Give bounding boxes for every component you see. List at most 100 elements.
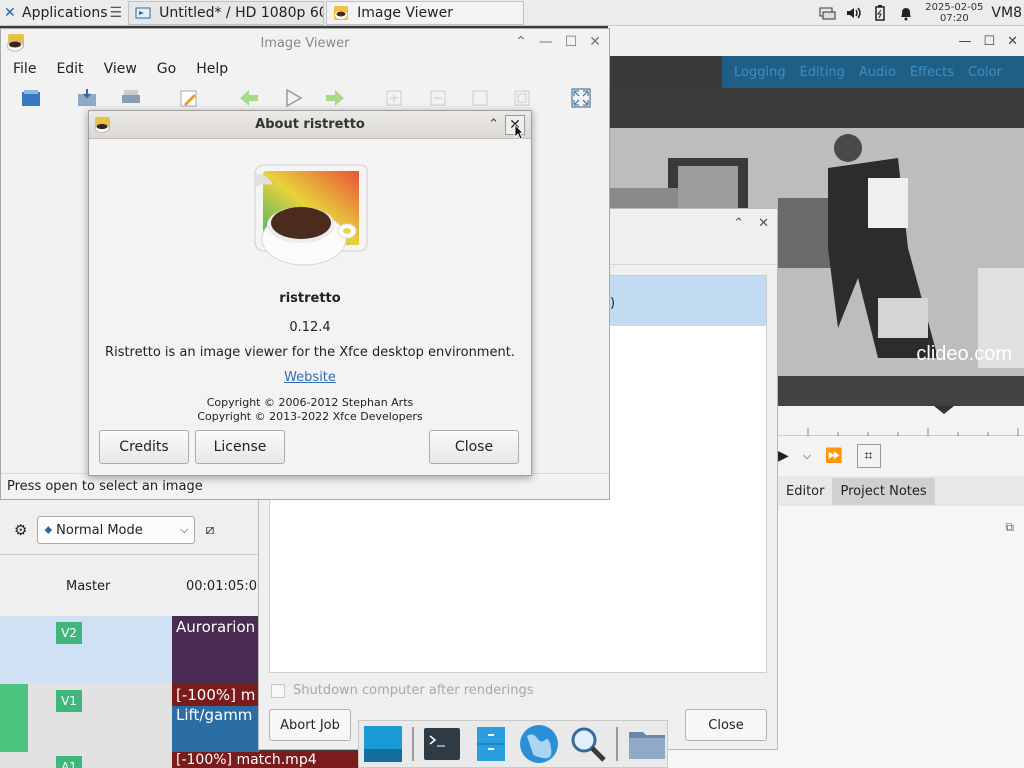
tab-logging[interactable]: Logging <box>734 65 786 80</box>
track-header[interactable]: A1 <box>0 752 172 768</box>
dock <box>358 720 668 768</box>
shade-icon[interactable]: ⌃ <box>488 117 499 132</box>
system-tray: 2025-02-05 07:20 VM8 <box>815 0 1024 26</box>
dock-separator <box>411 727 414 761</box>
license-button[interactable]: License <box>195 430 285 464</box>
desktop-icon[interactable] <box>363 723 404 765</box>
track-a1[interactable]: A1 [-100%] match.mp4 <box>0 752 362 768</box>
battery-icon[interactable] <box>869 4 891 22</box>
app-description: Ristretto is an image viewer for the Xfc… <box>105 345 515 360</box>
dock-separator <box>616 727 619 761</box>
forward-arrow-icon[interactable] <box>323 87 347 109</box>
menu-go[interactable]: Go <box>157 61 176 77</box>
vm-label: VM8 <box>991 5 1022 21</box>
float-panel-icon[interactable]: ⧉ <box>1005 520 1014 535</box>
clock[interactable]: 2025-02-05 07:20 <box>925 2 983 24</box>
app-name: ristretto <box>279 291 341 306</box>
clip-title: [-100%] m <box>172 684 260 706</box>
volume-icon[interactable] <box>843 4 865 22</box>
timeline-clip[interactable]: [-100%] m Lift/gamm <box>172 684 260 752</box>
tab-audio[interactable]: Audio <box>859 65 896 80</box>
tab-effects[interactable]: Effects <box>910 65 954 80</box>
tab-project-notes[interactable]: Project Notes <box>832 477 935 505</box>
editor-dark-bar <box>608 88 1024 128</box>
render-close-button[interactable]: Close <box>685 709 767 741</box>
track-tag: V1 <box>56 690 82 712</box>
play-options-chevron-icon[interactable]: ⌵ <box>803 449 811 463</box>
save-copy-icon[interactable] <box>75 87 99 109</box>
menu-file[interactable]: File <box>13 61 36 77</box>
track-tag: A1 <box>56 756 82 768</box>
fast-forward-icon[interactable]: ⏩ <box>825 448 842 464</box>
track-header[interactable]: V2 <box>0 616 172 684</box>
timeline-clip[interactable]: [-100%] match.mp4 <box>172 752 362 768</box>
open-icon[interactable] <box>19 87 43 109</box>
razor-tool-icon[interactable]: ⧄ <box>205 522 214 538</box>
website-link[interactable]: Website <box>89 370 531 385</box>
task-image-viewer[interactable]: Image Viewer <box>326 0 525 25</box>
back-arrow-icon[interactable] <box>237 87 261 109</box>
clock-date: 2025-02-05 <box>925 2 984 13</box>
maximize-icon[interactable]: ☐ <box>565 34 578 50</box>
zoom-fit-icon[interactable] <box>511 87 535 109</box>
folder-icon[interactable] <box>626 723 667 765</box>
track-v2[interactable]: V2 Aurorarion <box>0 616 260 684</box>
tab-editor[interactable]: Editor <box>778 478 832 505</box>
master-label: Master <box>66 579 111 594</box>
close-icon[interactable]: ✕ <box>589 34 601 50</box>
abort-job-button[interactable]: Abort Job <box>269 709 351 741</box>
clock-time: 07:20 <box>939 13 969 24</box>
zoom-out-icon[interactable] <box>427 87 451 109</box>
shotcut-app-icon <box>135 5 151 21</box>
timeline-settings-icon[interactable]: ⚙ <box>14 521 27 539</box>
edit-mode-select[interactable]: ⬥ Normal Mode ⌵ <box>37 516 196 544</box>
shutdown-checkbox[interactable] <box>271 683 285 698</box>
menu-help[interactable]: Help <box>196 61 228 77</box>
file-manager-icon[interactable] <box>470 723 511 765</box>
minimize-icon[interactable]: — <box>958 34 971 49</box>
render-job-text: ) <box>610 296 616 311</box>
menu-view[interactable]: View <box>104 61 137 77</box>
applications-label: Applications <box>22 4 108 21</box>
task-image-viewer-label: Image Viewer <box>357 4 453 21</box>
terminal-icon[interactable] <box>422 723 463 765</box>
zoom-in-icon[interactable] <box>383 87 407 109</box>
minimize-icon[interactable]: — <box>539 34 553 50</box>
tab-color[interactable]: Color <box>968 65 1002 80</box>
credits-button[interactable]: Credits <box>99 430 189 464</box>
xfce-logo-icon: ✕ <box>4 4 16 21</box>
about-dialog: About ristretto ⌃ ✕ ristretto 0.12.4 Ris… <box>88 110 532 476</box>
timeline-master-row: Master 00:01:05:0 <box>0 554 260 616</box>
play-slideshow-icon[interactable] <box>281 87 305 109</box>
about-titlebar: About ristretto ⌃ ✕ <box>89 111 531 139</box>
maximize-icon[interactable]: ☐ <box>983 34 995 49</box>
edit-icon[interactable] <box>177 87 201 109</box>
applications-menu-arrow-icon: ☰ <box>109 4 123 21</box>
timeline-clip[interactable]: Aurorarion <box>172 616 260 684</box>
print-icon[interactable] <box>119 87 143 109</box>
crop-icon[interactable]: ⌗ <box>856 444 881 468</box>
mouse-cursor-icon <box>514 124 524 140</box>
play-icon[interactable]: ▶ <box>778 448 789 464</box>
menu-edit[interactable]: Edit <box>56 61 83 77</box>
web-browser-icon[interactable] <box>519 723 560 765</box>
fullscreen-icon[interactable] <box>569 87 593 109</box>
task-shotcut[interactable]: Untitled* / HD 1080p 60... <box>128 0 325 25</box>
shade-icon[interactable]: ⌃ <box>733 216 744 231</box>
rotate-icon[interactable] <box>469 87 493 109</box>
search-icon[interactable] <box>568 723 609 765</box>
close-icon[interactable]: ✕ <box>758 216 769 231</box>
edit-mode-label: Normal Mode <box>56 522 143 538</box>
shutdown-option: Shutdown computer after renderings <box>271 683 534 698</box>
tab-editing[interactable]: Editing <box>800 65 845 80</box>
shade-icon[interactable]: ⌃ <box>515 34 527 50</box>
ristretto-app-icon <box>333 5 349 21</box>
statusbar: Press open to select an image <box>1 473 609 499</box>
track-v1[interactable]: V1 [-100%] m Lift/gamm <box>0 684 260 752</box>
notification-bell-icon[interactable] <box>895 4 917 22</box>
close-icon[interactable]: ✕ <box>1007 34 1018 49</box>
applications-menu[interactable]: ✕ Applications ☰ <box>0 0 126 26</box>
network-icon[interactable] <box>817 4 839 22</box>
about-close-button[interactable]: Close <box>429 430 519 464</box>
track-header[interactable]: V1 <box>0 684 172 752</box>
